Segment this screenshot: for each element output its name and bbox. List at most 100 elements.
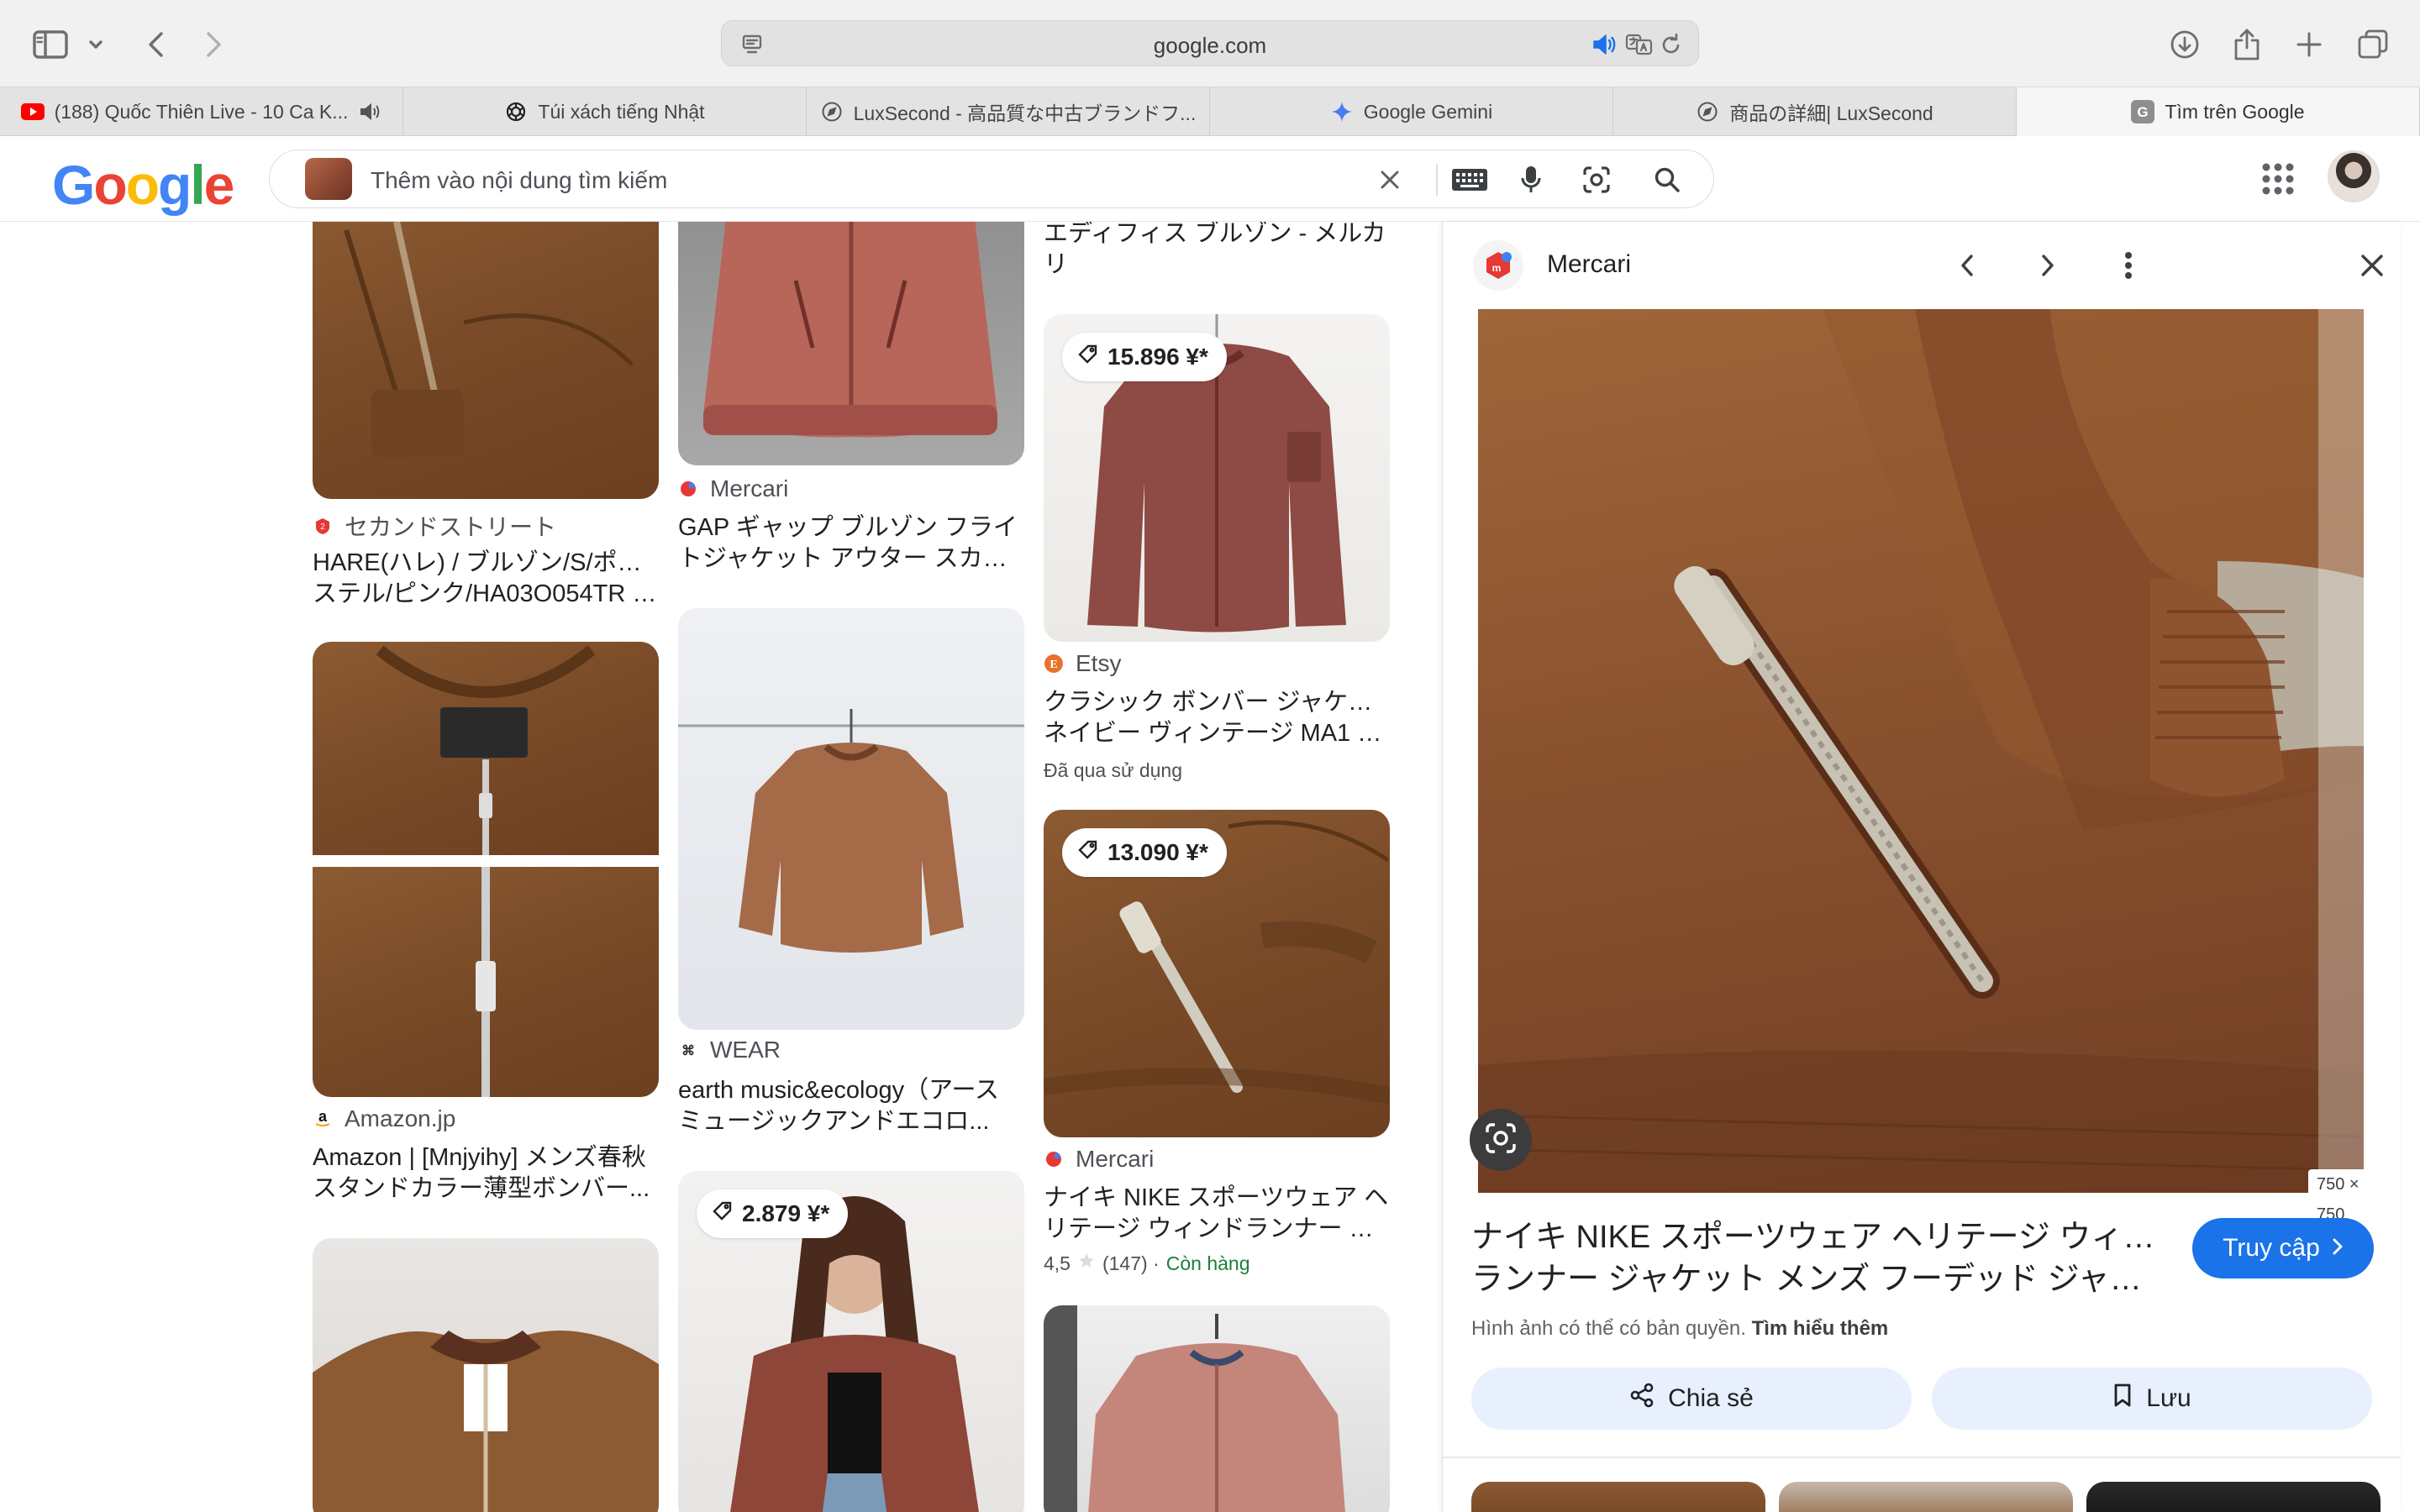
result-source: Mercari [1044,1146,1154,1173]
visit-button[interactable]: Truy cập [2192,1218,2374,1278]
speaker-icon[interactable] [1587,23,1621,66]
browser-toolbar: google.com [0,0,2420,87]
svg-text:⌘: ⌘ [681,1044,695,1058]
mercari-icon: m [1473,240,1523,291]
clear-icon[interactable] [1374,164,1406,196]
google-g-icon: G [2131,100,2155,123]
compass-icon [1696,100,1719,123]
speaker-icon[interactable] [358,100,381,123]
next-icon[interactable] [2029,247,2066,284]
tab-gemini[interactable]: Google Gemini [1210,87,1613,136]
svg-text:E: E [1050,659,1057,671]
result-source: E Etsy [1044,650,1121,677]
svg-text:m: m [1492,262,1502,274]
translate-icon[interactable] [1623,23,1656,66]
result-title[interactable]: クラシック ボンバー ジャケット ネイビー ヴィンテージ MA1 オ... [1044,687,1390,749]
related-image-thumbnail[interactable] [1779,1482,2073,1512]
result-image[interactable]: 13.090 ¥* [1044,810,1390,1137]
lens-icon[interactable] [1581,164,1612,196]
related-image-thumbnail[interactable] [2086,1482,2381,1512]
star-icon [1077,1252,1096,1275]
result-source: a Amazon.jp [313,1105,455,1132]
new-tab-icon[interactable] [2287,23,2331,66]
chevron-right-icon [2332,1234,2344,1263]
amazon-icon: a [313,1109,333,1129]
results-grid: 2 セカンドストリート HARE(ハレ) / ブルゾン/S/ポリエ ステル/ピン… [0,222,1428,1512]
result-title[interactable]: ナイキ NIKE スポーツウェア ヘ リテージ ウィンドランナー ジ... [1044,1183,1390,1245]
gemini-icon [1330,100,1354,123]
google-logo[interactable]: Google [52,153,234,217]
avatar[interactable] [2328,150,2380,202]
result-image[interactable]: 2.879 ¥* [678,1171,1024,1512]
compass-icon [820,100,844,123]
search-box[interactable]: Thêm vào nội dung tìm kiếm [269,150,1714,208]
close-icon[interactable] [2354,247,2391,284]
preview-image[interactable] [1478,309,2364,1193]
result-image[interactable]: 15.896 ¥* [1044,314,1390,642]
downloads-icon[interactable] [2163,23,2207,66]
search-icon[interactable] [1651,164,1683,196]
reload-icon[interactable] [1655,23,1688,66]
tab-luxsecond-detail[interactable]: 商品の詳細| LuxSecond [1613,87,2017,136]
share-button[interactable]: Chia sẻ [1471,1368,1912,1430]
learn-more-link[interactable]: Tìm hiểu thêm [1752,1317,1889,1340]
svg-text:2: 2 [320,522,325,532]
tab-luxsecond[interactable]: LuxSecond - 高品質な中古ブランドフ... [807,87,1210,136]
divider [1443,1457,2401,1458]
result-image[interactable] [1044,1305,1390,1512]
search-image-thumbnail[interactable] [305,158,352,200]
visual-search-button[interactable] [1470,1109,1532,1171]
tab-google-search[interactable]: G Tìm trên Google [2017,87,2420,136]
tab-label: Tìm trên Google [2165,100,2305,123]
google-header: Google Thêm vào nội dung tìm kiếm [0,136,2420,222]
previous-icon[interactable] [1949,247,1986,284]
tab-youtube[interactable]: (188) Quốc Thiên Live - 10 Ca K... [0,87,403,136]
chevron-down-icon[interactable] [81,23,111,66]
result-image[interactable] [313,1238,659,1512]
result-image[interactable] [678,222,1024,465]
forward-icon[interactable] [192,23,235,66]
sidebar-toggle-icon[interactable] [29,23,72,66]
svg-text:G: G [2138,104,2149,120]
tab-bar: (188) Quốc Thiên Live - 10 Ca K... Túi x… [0,87,2420,136]
result-title[interactable]: HARE(ハレ) / ブルゾン/S/ポリエ ステル/ピンク/HA03O054TR… [313,548,659,610]
result-title[interactable]: earth music&ecology（アース ミュージックアンドエコロ... [678,1075,1024,1137]
svg-text:a: a [318,1110,328,1125]
more-options-icon[interactable] [2110,247,2147,284]
keyboard-icon[interactable] [1449,164,1490,196]
tab-label: (188) Quốc Thiên Live - 10 Ca K... [54,100,349,123]
result-image[interactable] [313,222,659,499]
search-input[interactable]: Thêm vào nội dung tìm kiếm [371,167,667,194]
result-condition: Đã qua sử dụng [1044,759,1183,781]
result-source: Mercari [678,475,788,502]
bookmark-icon [2112,1383,2133,1415]
share-icon[interactable] [2225,23,2269,66]
related-image-thumbnail[interactable] [1471,1482,1765,1512]
share-icon [1629,1383,1655,1415]
back-icon[interactable] [134,23,178,66]
result-title[interactable]: エディフィス ブルゾン - メルカ リ [1044,222,1390,281]
result-image[interactable] [678,608,1024,1030]
tab-label: Google Gemini [1363,100,1493,123]
result-image[interactable] [313,642,659,1097]
price-tag-icon [1077,839,1099,867]
result-title[interactable]: GAP ギャップ ブルゾン フライ トジャケット アウター スカジ... [678,512,1024,575]
secondstreet-icon: 2 [313,516,333,536]
lens-icon [1484,1121,1518,1159]
price-tag-icon [1077,344,1099,371]
tab-label: Túi xách tiếng Nhật [538,100,705,123]
address-bar[interactable]: google.com [721,20,1699,66]
image-dimensions: 750 × 750 [2308,1169,2400,1224]
result-title[interactable]: Amazon | [Mnjyihy] メンズ春秋 スタンドカラー薄型ボンバー..… [313,1142,659,1205]
youtube-icon [20,100,45,123]
price-tag-icon [712,1200,734,1228]
wear-icon: ⌘ [678,1040,698,1060]
apps-grid-icon[interactable] [2260,161,2296,197]
save-button[interactable]: Lưu [1932,1368,2372,1430]
tab-label: LuxSecond - 高品質な中古ブランドフ... [853,102,1197,124]
panel-source-name[interactable]: Mercari [1547,250,1631,279]
tab-openai[interactable]: Túi xách tiếng Nhật [403,87,807,136]
tab-overview-icon[interactable] [2351,23,2395,66]
microphone-icon[interactable] [1515,164,1547,196]
panel-title[interactable]: ナイキ NIKE スポーツウェア ヘリテージ ウィンド ランナー ジャケット メ… [1471,1216,2160,1300]
